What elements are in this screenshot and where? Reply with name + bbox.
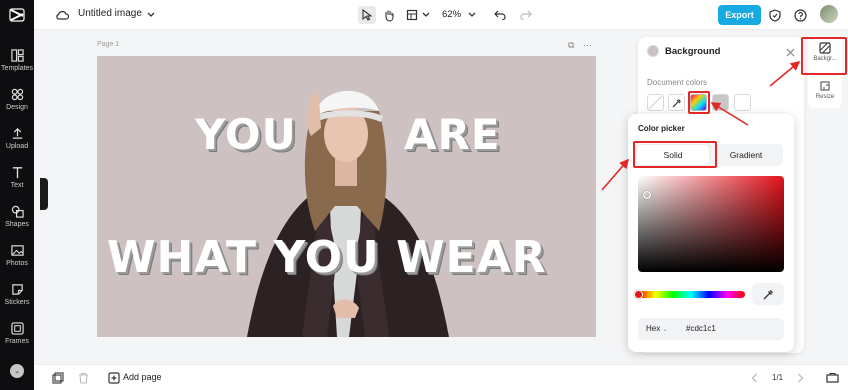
sidebar-item-label: Photos [6,260,28,267]
capcut-logo-icon [9,8,25,22]
sidebar-item-label: Design [6,104,28,111]
hand-pan-icon[interactable] [381,7,397,23]
add-page-button[interactable]: Add page [123,372,162,382]
upload-icon [12,128,22,139]
more-options-icon[interactable]: ⋯ [583,40,592,50]
sidebar-item-upload[interactable]: Upload [0,124,34,160]
headline-are[interactable]: ARE [404,110,501,159]
add-page-icon[interactable] [106,370,122,386]
color-mode-label: Hex [646,324,661,333]
text-icon [12,167,22,179]
shield-icon[interactable] [767,7,783,23]
photos-icon [10,245,24,256]
model-photo[interactable] [97,56,596,337]
document-title[interactable]: Untitled image [78,8,142,19]
help-icon[interactable] [792,7,808,23]
templates-icon [10,49,24,62]
shapes-icon [11,205,24,218]
rail-resize-label: Resize [815,94,835,100]
chevron-down-icon[interactable] [464,7,480,23]
design-canvas[interactable]: YOU ARE WHAT YOU WEAR [97,56,596,337]
eyedropper-swatch[interactable] [668,94,685,111]
no-color-swatch[interactable] [647,94,664,111]
eyedropper-icon [672,98,681,107]
resize-icon [820,81,830,91]
user-avatar[interactable] [820,5,838,23]
pages-grid-icon[interactable] [50,370,66,386]
color-picker-title: Color picker [638,124,685,133]
eyedropper-icon [763,289,773,299]
chevron-down-icon[interactable] [143,7,159,23]
color-swatch-white[interactable] [734,94,751,111]
more-chevron-icon[interactable]: ⌄ [10,364,24,378]
sidebar-item-label: Text [10,182,24,189]
page-label: Page 1 [97,41,120,48]
sidebar-collapse-handle[interactable] [40,178,48,210]
document-colors-label: Document colors [647,78,708,87]
color-mode-select[interactable]: Hex ⌄ [646,324,668,333]
page-counter: 1/1 [772,373,784,382]
saturation-value-area[interactable] [638,176,784,272]
redo-icon[interactable] [518,7,534,23]
arrow-to-solid [601,158,630,191]
sidebar-item-label: Shapes [5,221,29,228]
frames-icon [10,322,24,335]
undo-icon[interactable] [492,7,508,23]
sidebar-item-design[interactable]: Design [0,85,34,121]
headline-what-you-wear[interactable]: WHAT YOU WEAR [107,232,547,283]
next-page-icon[interactable] [792,370,808,386]
hex-value-input[interactable]: #cdc1c1 [686,324,716,333]
zoom-level[interactable]: 62% [442,9,461,20]
page-tools[interactable]: ⧉ ⋯ [568,40,592,51]
export-button[interactable]: Export [718,5,761,25]
gradient-tab[interactable]: Gradient [710,145,782,165]
highlight-background-button [801,37,847,75]
picker-eyedropper-button[interactable] [752,283,784,305]
sidebar-item-text[interactable]: Text [0,163,34,199]
color-swatch-gray[interactable] [712,94,729,111]
chevron-down-icon: ⌄ [662,327,668,333]
hue-handle[interactable] [634,290,643,299]
chevron-down-icon[interactable] [418,7,434,23]
sidebar-item-label: Frames [5,338,29,345]
sidebar-item-label: Upload [5,143,29,150]
sidebar-item-frames[interactable]: Frames [0,319,34,355]
trash-icon[interactable] [75,370,91,386]
prev-page-icon[interactable] [746,370,762,386]
sidebar-item-shapes[interactable]: Shapes [0,202,34,238]
sidebar-item-label: Templates [1,65,33,72]
presentation-icon[interactable] [824,370,840,386]
hue-slider[interactable] [637,291,745,298]
left-sidebar: Templates Design Upload Text Shapes Phot… [0,0,34,390]
headline-you[interactable]: YOU [195,110,297,159]
close-icon[interactable] [782,44,798,60]
select-pointer-icon[interactable] [358,6,376,24]
stickers-icon [11,284,23,295]
rail-resize-button[interactable]: Resize [808,80,842,100]
highlight-solid-tab [633,141,717,168]
current-background-swatch [647,45,659,57]
sidebar-item-templates[interactable]: Templates [0,46,34,82]
highlight-custom-swatch [688,91,710,114]
sidebar-item-photos[interactable]: Photos [0,241,34,277]
design-icon [11,88,23,101]
saturation-handle[interactable] [643,191,651,199]
background-panel-title: Background [665,46,721,57]
duplicate-page-icon[interactable]: ⧉ [568,40,574,50]
sidebar-item-stickers[interactable]: Stickers [0,280,34,316]
sidebar-item-label: Stickers [4,299,30,306]
cloud-icon[interactable] [54,7,70,23]
